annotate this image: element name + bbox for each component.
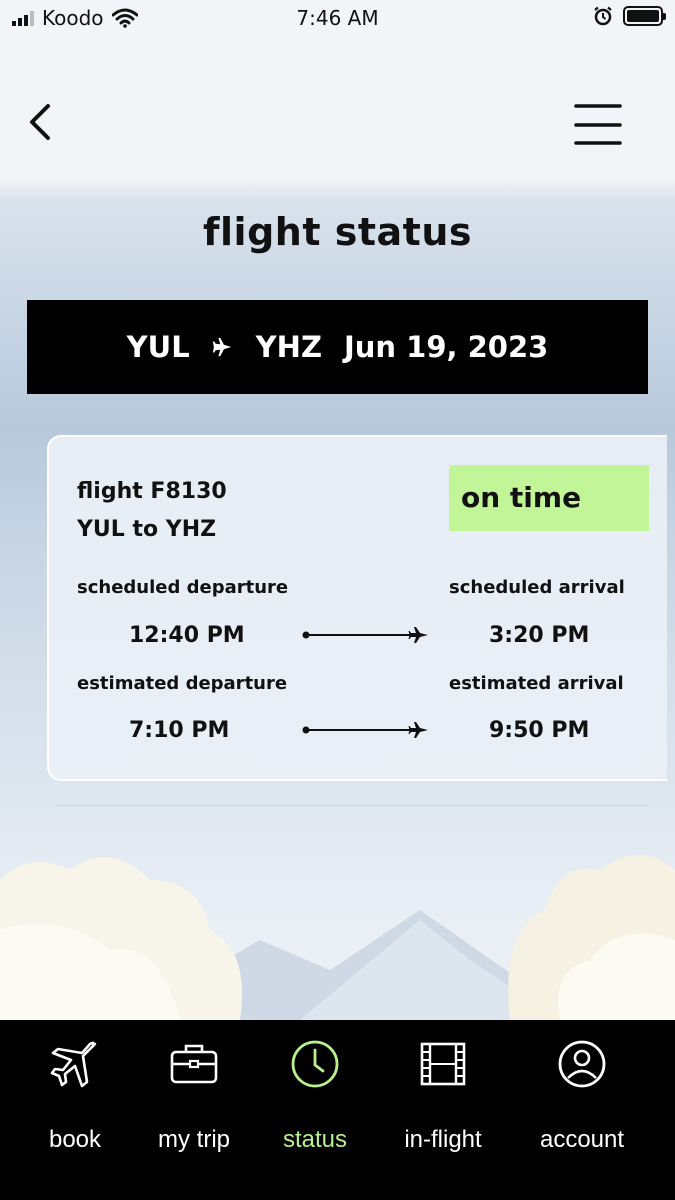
travel-date: Jun 19, 2023 <box>343 330 549 364</box>
tab-label: account <box>539 1126 625 1153</box>
flight-arrow-icon <box>302 722 428 738</box>
tab-label: my trip <box>158 1126 230 1153</box>
origin-code: YUL <box>126 330 190 364</box>
status-badge: on time <box>449 465 649 531</box>
alarm-icon <box>594 6 612 26</box>
scheduled-arrival-time: 3:20 PM <box>489 623 590 648</box>
airplane-icon <box>212 337 231 357</box>
scheduled-departure-time: 12:40 PM <box>129 623 245 648</box>
flight-number: flight F8130 <box>77 479 227 504</box>
menu-button[interactable] <box>572 100 624 150</box>
battery-icon <box>623 6 666 26</box>
route-selector[interactable]: YUL YHZ Jun 19, 2023 <box>27 300 648 394</box>
clock-time: 7:46 AM <box>296 6 379 30</box>
tab-my-trip[interactable]: my trip <box>129 1038 259 1178</box>
flight-card[interactable]: flight F8130 YUL to YHZ on time schedule… <box>47 435 667 781</box>
back-button[interactable] <box>22 98 66 146</box>
estimated-departure-label: estimated departure <box>77 673 288 694</box>
clouds-mountains-illustration <box>0 855 675 1020</box>
tab-label: status <box>282 1126 348 1153</box>
film-icon <box>420 1042 466 1086</box>
estimated-arrival-time: 9:50 PM <box>489 718 590 743</box>
flight-route: YUL to YHZ <box>77 517 217 542</box>
status-icons <box>593 6 666 26</box>
tab-in-flight[interactable]: in-flight <box>378 1038 508 1178</box>
chevron-left-icon <box>30 104 50 140</box>
tab-label: book <box>48 1126 102 1153</box>
hamburger-menu-icon <box>574 104 622 145</box>
status-bar: Koodo 7:46 AM <box>0 0 675 36</box>
page-title: flight status <box>203 210 472 254</box>
tab-bar: book my trip status in-flight account <box>0 1020 675 1200</box>
divider <box>55 805 648 806</box>
estimated-arrival-label: estimated arrival <box>449 673 624 694</box>
flight-arrow-icon <box>302 627 428 643</box>
airplane-icon <box>50 1041 97 1088</box>
tab-status[interactable]: status <box>250 1038 380 1178</box>
tab-book[interactable]: book <box>10 1038 140 1178</box>
clock-icon <box>291 1040 339 1088</box>
scheduled-arrival-label: scheduled arrival <box>449 577 625 598</box>
briefcase-icon <box>170 1044 218 1084</box>
user-icon <box>558 1040 606 1088</box>
destination-code: YHZ <box>255 330 322 364</box>
tab-label: in-flight <box>404 1126 482 1153</box>
estimated-departure-time: 7:10 PM <box>129 718 230 743</box>
scheduled-departure-label: scheduled departure <box>77 577 289 598</box>
tab-account[interactable]: account <box>517 1038 647 1178</box>
